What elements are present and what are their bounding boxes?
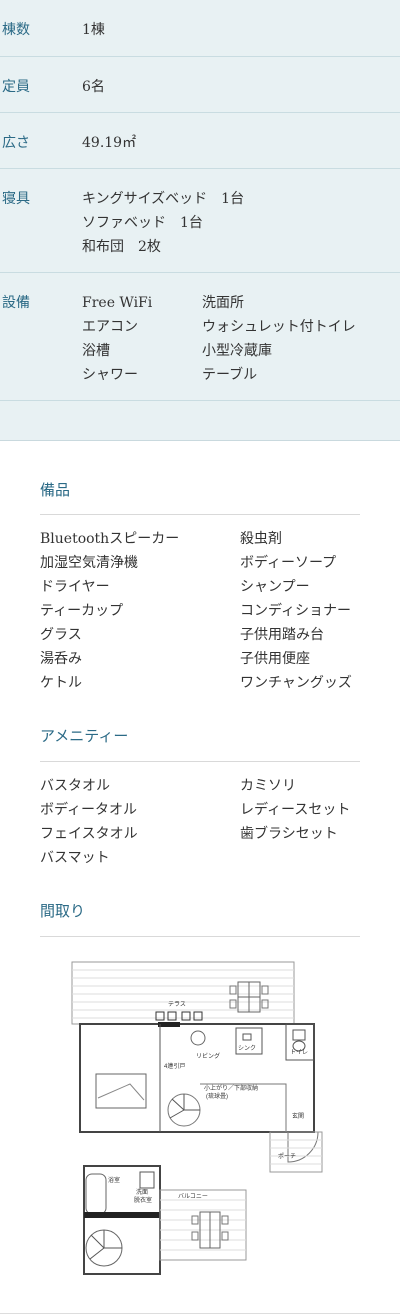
facility-item: 浴槽	[82, 343, 110, 359]
amenity-item: ボディータオル	[40, 802, 138, 818]
spec-row-facilities: 設備 Free WiFi エアコン 浴槽 シャワー 洗面所 ウォシュレット付トイ…	[0, 273, 400, 401]
floorplan-title: 間取り	[40, 902, 86, 920]
chair	[221, 1231, 229, 1241]
spec-label: 設備	[2, 295, 30, 311]
equipment-item: ドライヤー	[40, 579, 110, 595]
terrace-label: テラス	[168, 1001, 186, 1008]
chair	[181, 1011, 191, 1021]
spec-row-area: 広さ 49.19㎡	[0, 113, 400, 169]
equipment-item: ワンチャングッズ	[240, 675, 352, 691]
equipment-item: 子供用便座	[240, 651, 310, 667]
spec-label: 寝具	[2, 191, 30, 207]
amenity-item: カミソリ	[240, 778, 296, 794]
amenity-col2: カミソリ レディースセット 歯ブラシセット	[240, 774, 350, 846]
floor-plan-image: テラス リビング シンク トイレ 4連引戸 小上がり／下部収納 (琉球畳) 玄関…	[71, 961, 323, 1275]
bedding-item: 和布団 2枚	[82, 239, 161, 255]
chair	[229, 985, 237, 995]
equipment-col2: 殺虫剤 ボディーソープ シャンプー コンディショナー 子供用踏み台 子供用便座 …	[240, 527, 352, 695]
lower-floor-walls	[83, 1165, 161, 1275]
washroom-label: 洗面	[136, 1188, 148, 1196]
porch	[269, 1131, 323, 1173]
spec-label: 定員	[2, 79, 30, 95]
facilities-col2: 洗面所 ウォシュレット付トイレ 小型冷蔵庫 テーブル	[202, 291, 356, 387]
spec-label: 広さ	[2, 135, 30, 151]
loft-label: 小上がり／下部収納	[204, 1084, 258, 1092]
spec-value: 6名	[82, 79, 105, 95]
chair	[193, 1011, 203, 1021]
wall-segment	[84, 1212, 160, 1218]
equipment-title: 備品	[40, 481, 71, 499]
equipment-col1: Bluetoothスピーカー 加湿空気清浄機 ドライヤー ティーカップ グラス …	[40, 527, 179, 695]
chair	[261, 985, 269, 995]
spec-row-buildings: 棟数 1棟	[0, 0, 400, 57]
equipment-item: ボディーソープ	[240, 555, 337, 571]
terrace-deck	[71, 961, 295, 1025]
porch-label: ポーチ	[278, 1152, 296, 1160]
chair	[191, 1231, 199, 1241]
divider	[40, 936, 360, 937]
balcony-label: バルコニー	[178, 1193, 208, 1200]
main-floor-walls	[79, 1023, 315, 1133]
bathtub	[85, 1173, 107, 1215]
entrance-label: 玄関	[292, 1112, 304, 1120]
toilet-label: トイレ	[290, 1050, 308, 1056]
equipment-item: ティーカップ	[40, 603, 124, 619]
sink-label: シンク	[238, 1045, 256, 1052]
equipment-item: ケトル	[40, 675, 82, 691]
amenity-item: レディースセット	[240, 802, 351, 818]
facility-item: テーブル	[202, 367, 258, 383]
door-label: 4連引戸	[164, 1062, 185, 1070]
facility-item: 洗面所	[202, 295, 244, 311]
washroom-label-2: 脱衣室	[134, 1196, 152, 1204]
dining-table	[190, 1030, 206, 1046]
spec-value: 1棟	[82, 22, 105, 38]
bath-label: 浴室	[108, 1176, 120, 1184]
equipment-item: コンディショナー	[240, 603, 352, 619]
facilities-col1: Free WiFi エアコン 浴槽 シャワー	[82, 291, 152, 387]
amenity-item: フェイスタオル	[40, 826, 138, 842]
deck-stripes	[72, 969, 294, 1019]
facility-item: 小型冷蔵庫	[202, 343, 272, 359]
facility-item: Free WiFi	[82, 295, 153, 311]
chair	[261, 999, 269, 1009]
equipment-item: 殺虫剤	[240, 531, 282, 547]
bed	[95, 1073, 147, 1109]
amenity-col1: バスタオル ボディータオル フェイスタオル バスマット	[40, 774, 138, 870]
living-label: リビング	[196, 1052, 220, 1060]
bed-cover	[97, 1083, 145, 1101]
bedding-item: キングサイズベッド 1台	[82, 191, 245, 207]
facility-item: シャワー	[82, 367, 138, 383]
loft-label-2: (琉球畳)	[206, 1092, 228, 1100]
chair	[155, 1011, 165, 1021]
spec-table: 棟数 1棟 定員 6名 広さ 49.19㎡ 寝具 キングサイズベッド 1台 ソフ…	[0, 0, 400, 441]
equipment-item: Bluetoothスピーカー	[40, 531, 180, 547]
divider	[0, 1313, 400, 1314]
amenity-title: アメニティー	[40, 727, 129, 745]
spec-row-bedding: 寝具 キングサイズベッド 1台 ソファベッド 1台 和布団 2枚	[0, 169, 400, 273]
spec-value: キングサイズベッド 1台 ソファベッド 1台 和布団 2枚	[82, 187, 244, 259]
amenity-item: 歯ブラシセット	[240, 826, 338, 842]
equipment-item: 子供用踏み台	[240, 627, 324, 643]
spec-label: 棟数	[2, 22, 30, 38]
divider	[40, 514, 360, 515]
spec-value: 49.19㎡	[82, 135, 137, 151]
bedding-item: ソファベッド 1台	[82, 215, 203, 231]
equipment-item: 湯呑み	[40, 651, 82, 667]
chair	[167, 1011, 177, 1021]
facility-item: ウォシュレット付トイレ	[202, 319, 356, 335]
equipment-item: シャンプー	[240, 579, 310, 595]
amenity-item: バスタオル	[40, 778, 110, 794]
equipment-item: 加湿空気清浄機	[40, 555, 138, 571]
amenity-item: バスマット	[40, 850, 110, 866]
spec-row-capacity: 定員 6名	[0, 57, 400, 113]
equipment-item: グラス	[40, 627, 82, 643]
chair	[229, 999, 237, 1009]
divider	[40, 761, 360, 762]
facility-item: エアコン	[82, 319, 138, 335]
